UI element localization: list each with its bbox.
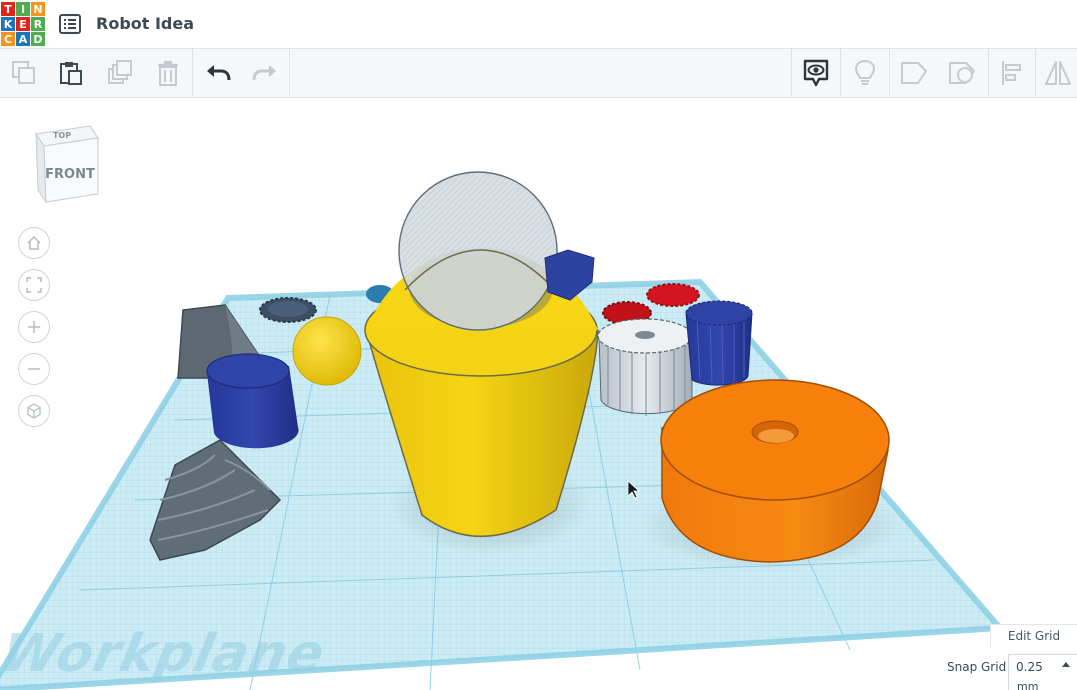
- shape-blue-gear[interactable]: [685, 300, 753, 386]
- mirror-icon: [1045, 61, 1071, 85]
- notes-button[interactable]: [851, 59, 879, 87]
- shape-blue-cylinder[interactable]: [206, 353, 299, 449]
- mirror-button[interactable]: [1044, 59, 1072, 87]
- group-icon: [949, 62, 975, 84]
- align-button[interactable]: [998, 59, 1026, 87]
- duplicate-button[interactable]: [106, 59, 134, 87]
- zoom-out-icon: [28, 368, 40, 370]
- delete-button[interactable]: [154, 59, 182, 87]
- shape-ghost-sphere[interactable]: [398, 171, 558, 331]
- logo-letter-k: K: [1, 17, 15, 31]
- toolbar-divider: [988, 49, 989, 97]
- delete-icon: [158, 61, 178, 86]
- copy-button[interactable]: [10, 59, 38, 87]
- group-button[interactable]: [948, 59, 976, 87]
- perspective-icon: [27, 403, 41, 419]
- zoom-out-button[interactable]: [18, 353, 50, 385]
- workplane-label: Workplane: [0, 624, 331, 684]
- logo-letter-e: E: [16, 17, 30, 31]
- snap-grid-value: 0.25: [1016, 660, 1043, 674]
- show-notes-button[interactable]: [802, 59, 830, 87]
- 3d-workspace[interactable]: Workplane TOP FRONT Edit Grid Snap Grid: [0, 98, 1077, 690]
- toolbar-divider: [1035, 49, 1036, 97]
- logo-letter-r: R: [31, 17, 45, 31]
- logo-letter-a: A: [16, 32, 30, 46]
- toolbar-divider: [889, 49, 890, 97]
- zoom-in-button[interactable]: [18, 311, 50, 343]
- paste-button[interactable]: [57, 59, 85, 87]
- shape-dark-gear[interactable]: [259, 297, 317, 323]
- snap-grid-label: Snap Grid: [947, 660, 1007, 674]
- workplane-shape-icon: [901, 62, 927, 84]
- design-list-button[interactable]: [58, 12, 82, 36]
- workplane-button[interactable]: [900, 59, 928, 87]
- toolbar-divider: [840, 49, 841, 97]
- lightbulb-icon: [854, 59, 876, 85]
- app-header: T I N K E R C A D Robot Idea: [0, 0, 1077, 49]
- fit-all-icon: [26, 277, 42, 293]
- logo-letter-d: D: [31, 32, 45, 46]
- shape-gray-gear[interactable]: [597, 318, 693, 416]
- logo-letter-t: T: [1, 2, 15, 16]
- shape-yellow-sphere[interactable]: [292, 316, 362, 386]
- paste-icon: [60, 62, 82, 85]
- home-view-button[interactable]: [18, 227, 50, 259]
- viewcube-top-label: TOP: [53, 131, 71, 140]
- chevron-up-icon: [1062, 662, 1070, 667]
- perspective-button[interactable]: [18, 395, 50, 427]
- shape-orange-tube[interactable]: [660, 379, 890, 563]
- show-notes-icon: [803, 59, 829, 87]
- duplicate-icon: [108, 60, 132, 84]
- scene: [0, 171, 1007, 690]
- copy-icon: [12, 61, 35, 84]
- viewcube-front-label: FRONT: [45, 167, 95, 182]
- view-cube[interactable]: TOP FRONT: [32, 124, 102, 204]
- undo-icon: [207, 65, 231, 81]
- snap-grid-unit: mm: [1017, 680, 1039, 690]
- tinkercad-logo[interactable]: T I N K E R C A D: [1, 2, 45, 46]
- edit-grid-button[interactable]: Edit Grid: [990, 624, 1077, 647]
- undo-button[interactable]: [204, 59, 232, 87]
- align-icon: [1002, 61, 1021, 85]
- logo-letter-i: I: [16, 2, 30, 16]
- redo-button[interactable]: [251, 59, 279, 87]
- home-view-icon: [27, 235, 41, 250]
- redo-icon: [252, 65, 276, 81]
- snap-grid-select[interactable]: 0.25 mm: [1008, 654, 1077, 690]
- main-toolbar: [0, 49, 1077, 98]
- toolbar-divider: [791, 49, 792, 97]
- zoom-in-icon: [28, 321, 40, 333]
- toolbar-divider: [289, 49, 290, 97]
- list-icon: [59, 14, 81, 34]
- logo-letter-c: C: [1, 32, 15, 46]
- toolbar-divider: [192, 49, 193, 97]
- fit-all-button[interactable]: [18, 269, 50, 301]
- project-title[interactable]: Robot Idea: [96, 14, 194, 33]
- logo-letter-n: N: [31, 2, 45, 16]
